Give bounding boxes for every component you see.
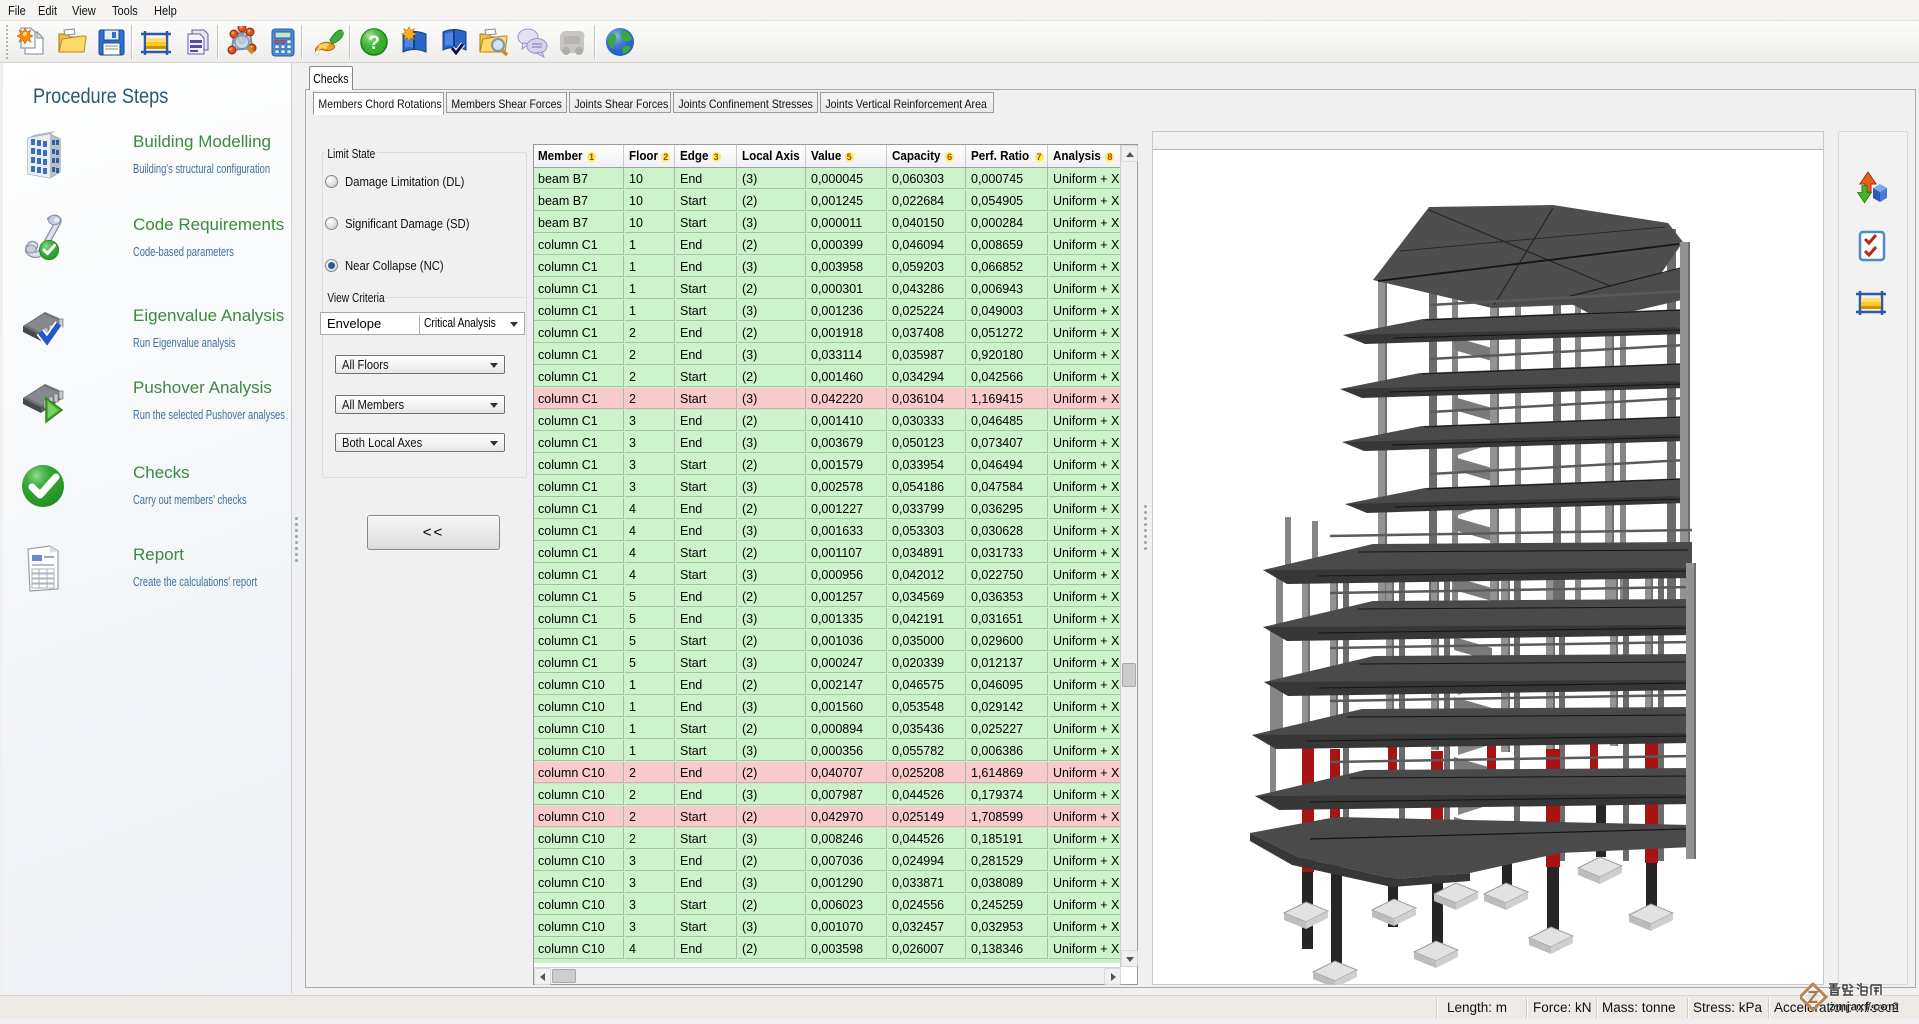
svg-text:?: ? xyxy=(368,33,380,54)
svg-text:zmjaxf.com: zmjaxf.com xyxy=(1829,1000,1899,1014)
